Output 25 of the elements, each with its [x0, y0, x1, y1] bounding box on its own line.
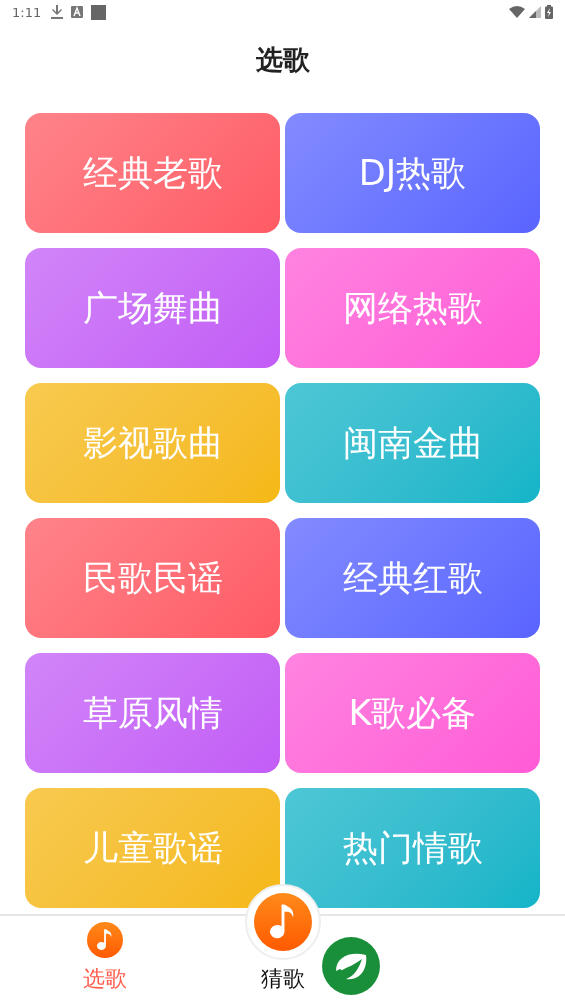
category-tile[interactable]: 经典老歌 — [25, 113, 280, 233]
category-tile[interactable]: 闽南金曲 — [285, 383, 540, 503]
category-tile[interactable]: 草原风情 — [25, 653, 280, 773]
category-tile[interactable]: K歌必备 — [285, 653, 540, 773]
category-tile[interactable]: 网络热歌 — [285, 248, 540, 368]
category-tile[interactable]: 影视歌曲 — [25, 383, 280, 503]
wifi-icon — [509, 6, 525, 18]
category-tile[interactable]: 民歌民谣 — [25, 518, 280, 638]
status-time: 1:11 — [12, 4, 42, 20]
category-tile[interactable]: 经典红歌 — [285, 518, 540, 638]
category-tile[interactable]: 热门情歌 — [285, 788, 540, 908]
nav-tab[interactable]: 选歌 — [0, 916, 210, 1004]
category-tile[interactable]: 儿童歌谣 — [25, 788, 280, 908]
signal-icon — [529, 6, 541, 18]
square-icon — [91, 4, 107, 20]
text-icon — [71, 6, 84, 18]
music-note-icon — [254, 893, 312, 951]
leaf-logo-icon — [322, 937, 380, 995]
music-note-icon — [87, 922, 123, 958]
category-tile[interactable]: 广场舞曲 — [25, 248, 280, 368]
category-tile[interactable]: DJ热歌 — [285, 113, 540, 233]
battery-icon — [545, 5, 553, 19]
nav-tab[interactable]: 猜歌 — [257, 964, 309, 994]
download-icon — [51, 5, 64, 19]
page-title: 选歌 — [255, 42, 310, 77]
